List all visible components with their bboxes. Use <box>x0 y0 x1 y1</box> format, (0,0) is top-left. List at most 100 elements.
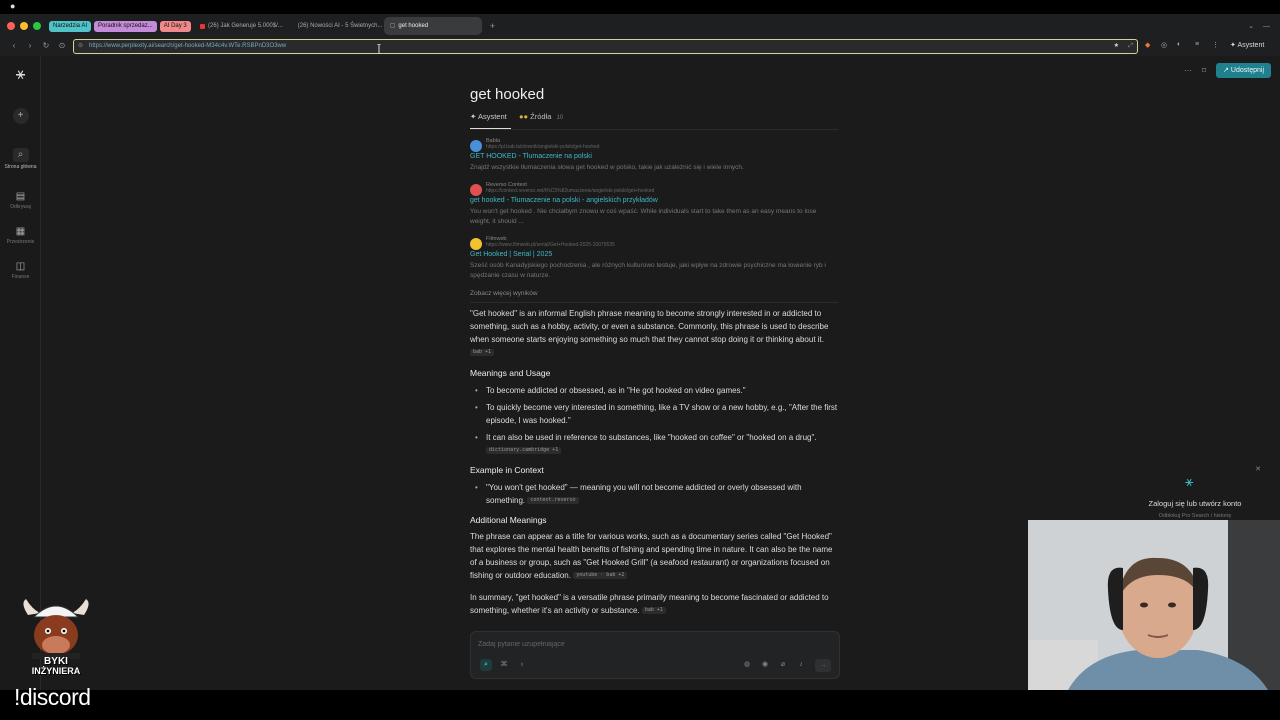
extensions-puzzle-icon[interactable]: ≡ <box>1195 41 1199 48</box>
source-url: https://context.reverso.net/t%C5%82umacz… <box>486 188 655 194</box>
login-subtitle: Odblokuj Pro Search i historię <box>1158 513 1232 519</box>
webcam-overlay <box>1028 520 1280 690</box>
share-page-icon[interactable]: ⤢ <box>1128 40 1133 53</box>
thread-main: get hooked ✦ Asystent ●● Źródła 10 Babla… <box>470 56 842 690</box>
extension-icon-2[interactable]: ◎ <box>1161 41 1167 49</box>
sources-count: 10 <box>556 115 564 121</box>
source-title-link[interactable]: Get Hooked | Serial | 2025 <box>470 251 552 258</box>
page-title: get hooked <box>470 86 545 103</box>
sparkle-icon: ✦ <box>1230 42 1236 49</box>
citation-chip[interactable]: bab +1 <box>470 349 495 357</box>
tab-search-icon[interactable]: ⌄ <box>1248 22 1254 30</box>
answer-additional: The phrase can appear as a title for var… <box>470 530 840 582</box>
model-icon[interactable]: ◉ <box>759 659 771 671</box>
tab-group-narzedzia[interactable]: Narzedzia AI <box>49 20 92 32</box>
close-icon[interactable]: ✕ <box>1255 465 1261 473</box>
bookmark-star-icon[interactable]: ★ <box>1114 40 1119 53</box>
minimize-icon[interactable]: — <box>1263 23 1270 30</box>
attach-icon[interactable]: ⌀ <box>777 659 789 671</box>
citation-chip[interactable]: youtube · bab +2 <box>573 572 628 580</box>
reverso-favicon-icon <box>470 184 482 196</box>
lock-icon: ⊜ <box>78 43 84 49</box>
rail-item-spaces[interactable]: ▦ Przestrzenie <box>0 226 41 245</box>
bookmark-icon[interactable]: ⌑ <box>1202 66 1206 75</box>
text-cursor-icon <box>377 44 381 54</box>
webcam-person-image <box>1028 520 1280 690</box>
tab-label: get hooked <box>398 23 429 29</box>
youtube-icon <box>199 23 206 29</box>
tab-label: Źródła <box>530 112 552 121</box>
citation-chip[interactable]: dictionary.cambridge +1 <box>486 447 562 455</box>
tab-sources[interactable]: ●● Źródła 10 <box>519 112 563 121</box>
discord-command-text: !discord <box>14 684 91 710</box>
source-snippet: Sześć osób Kanadyjskiego pochodzenia , a… <box>470 262 826 279</box>
window-controls <box>7 22 41 30</box>
rail-label: Finanse <box>11 274 30 280</box>
share-button[interactable]: ↗ Udostępnij <box>1216 63 1271 78</box>
tab-youtube-2[interactable]: (26) Nowości AI - 5 Świetnych... <box>289 17 384 35</box>
maximize-window-button[interactable] <box>33 22 41 30</box>
new-tab-button[interactable]: + <box>490 21 495 31</box>
source-url: https://pl.bab.la/slownik/angielski-pols… <box>486 144 600 150</box>
sparkle-icon: ✦ <box>470 112 477 121</box>
perplexity-logo-icon: ⚹ <box>1185 473 1194 489</box>
list-item-text: It can also be used in reference to subs… <box>486 433 817 442</box>
source-item[interactable]: Reverso Context https://context.reverso.… <box>470 182 838 232</box>
rail-label: Odkrywaj <box>10 204 31 210</box>
rail-item-finance[interactable]: ◫ Finanse <box>0 261 41 280</box>
apple-icon[interactable]: ● <box>10 1 15 11</box>
globe-icon[interactable]: ◍ <box>741 659 753 671</box>
source-title-link[interactable]: get hooked - Tłumaczenie na polski - ang… <box>470 197 658 204</box>
search-icon: ⌕ <box>12 148 29 162</box>
citation-chip[interactable]: context.reverso <box>527 497 579 505</box>
back-icon[interactable]: ‹ <box>7 41 21 50</box>
site-info-icon[interactable]: ⊙ <box>55 41 69 50</box>
babla-favicon-icon <box>470 140 482 152</box>
send-button[interactable]: → <box>815 659 831 672</box>
thread-actions: ⋯ ⌑ ↗ Udostępnij <box>1184 63 1271 78</box>
tab-group-aiday[interactable]: AI Day 3 <box>159 20 191 32</box>
follow-up-box: ⌕ ⌘ ♁ ◍ ◉ ⌀ ♪ → <box>470 631 840 679</box>
source-title-link[interactable]: GET HOOKED - Tłumaczenie na polski <box>470 153 592 160</box>
perplexity-icon: ▢ <box>389 23 396 29</box>
more-options-icon[interactable]: ⋯ <box>1184 66 1192 75</box>
forward-icon[interactable]: › <box>23 41 37 50</box>
rail-item-discover[interactable]: ▤ Odkrywaj <box>0 191 41 210</box>
tab-group-poradnik[interactable]: Poradnik sprzedaz... <box>94 20 157 32</box>
browser-tabbar: Narzedzia AI Poradnik sprzedaz... AI Day… <box>0 14 1280 38</box>
rail-label: Przestrzenie <box>6 239 35 245</box>
close-window-button[interactable] <box>7 22 15 30</box>
tab-get-hooked[interactable]: ▢ get hooked <box>383 17 482 35</box>
research-mode-icon[interactable]: ♁ <box>516 659 528 671</box>
tab-youtube-1[interactable]: (26) Jak Generuje 5.000$/... <box>194 17 289 35</box>
tab-assistant[interactable]: ✦ Asystent <box>470 112 507 121</box>
new-thread-button[interactable]: + <box>0 108 41 124</box>
extension-icon-1[interactable]: ◆ <box>1145 41 1150 49</box>
list-item: It can also be used in reference to subs… <box>470 431 840 457</box>
microphone-icon[interactable]: ♪ <box>795 659 807 671</box>
tab-label: (26) Jak Generuje 5.000$/... <box>208 23 283 29</box>
reload-icon[interactable]: ↻ <box>39 41 53 50</box>
minimize-window-button[interactable] <box>20 22 28 30</box>
see-more-results-link[interactable]: Zobacz więcej wyników <box>470 290 538 297</box>
source-snippet: You won't get hooked . Nie chciałbym zno… <box>470 208 817 225</box>
list-item: To quickly become very interested in som… <box>470 401 840 427</box>
search-mode-button[interactable]: ⌕ <box>480 659 492 671</box>
perplexity-logo[interactable]: ⚹ <box>0 66 41 86</box>
url-input[interactable]: ⊜ https://www.perplexity.ai/search/get-h… <box>73 39 1138 54</box>
source-item[interactable]: Filmweb https://www.filmweb.pl/serial/Ge… <box>470 236 838 286</box>
follow-up-input[interactable] <box>478 638 818 650</box>
source-item[interactable]: Babla https://pl.bab.la/slownik/angielsk… <box>470 138 838 178</box>
rail-item-home[interactable]: ⌕ Strona główna <box>0 148 41 170</box>
extension-icon-3[interactable]: ◐ <box>1177 41 1181 48</box>
citation-chip[interactable]: bab +1 <box>641 607 666 615</box>
assistant-button[interactable]: ✦ Asystent <box>1230 41 1264 49</box>
login-title[interactable]: Zaloguj się lub utwórz konto <box>1125 499 1265 508</box>
filmweb-favicon-icon <box>470 238 482 250</box>
answer-text: "Get hooked" is an informal English phra… <box>470 309 829 344</box>
section-heading: Additional Meanings <box>470 515 547 525</box>
left-rail: ⚹ + ⌕ Strona główna ▤ Odkrywaj ▦ Przestrzen… <box>0 56 41 690</box>
sidebar-icon[interactable]: ⋮ <box>1212 41 1219 49</box>
divider <box>470 129 838 130</box>
reasoning-mode-icon[interactable]: ⌘ <box>498 659 510 671</box>
